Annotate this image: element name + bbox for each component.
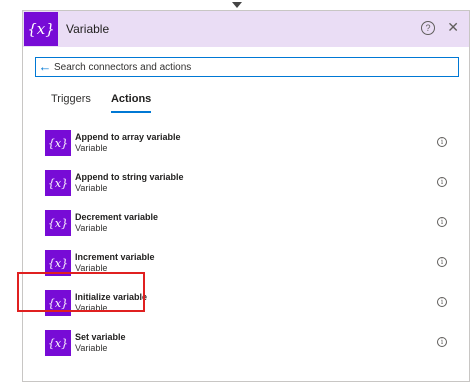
info-icon[interactable]: i — [437, 337, 447, 347]
action-item[interactable]: {x} Append to array variable Variable i — [23, 123, 469, 161]
variable-icon: {x} — [45, 250, 71, 276]
variable-icon: {x} — [45, 290, 71, 316]
variable-icon: {x} — [45, 330, 71, 356]
search-input[interactable] — [54, 59, 444, 75]
action-connector: Variable — [75, 343, 108, 353]
action-item[interactable]: {x} Set variable Variable i — [23, 323, 469, 361]
action-name: Decrement variable — [75, 212, 159, 222]
tab-bar: Triggers Actions — [51, 93, 171, 113]
action-name: Initialize variable — [75, 292, 148, 302]
action-item[interactable]: {x} Increment variable Variable i — [23, 243, 469, 281]
action-connector: Variable — [75, 183, 108, 193]
variable-icon: {x} — [45, 210, 71, 236]
variable-icon: {x} — [45, 130, 71, 156]
info-icon[interactable]: i — [437, 177, 447, 187]
action-item[interactable]: {x} Append to string variable Variable i — [23, 163, 469, 201]
variable-icon: {x} — [45, 170, 71, 196]
search-box: ← — [35, 57, 459, 77]
action-name: Append to string variable — [75, 172, 184, 182]
help-icon[interactable]: ? — [421, 21, 435, 35]
caret-down-icon — [232, 2, 242, 8]
action-item-initialize-variable[interactable]: {x} Initialize variable Variable i — [23, 283, 469, 321]
action-item[interactable]: {x} Decrement variable Variable i — [23, 203, 469, 241]
info-icon[interactable]: i — [437, 297, 447, 307]
action-name: Set variable — [75, 332, 126, 342]
info-icon[interactable]: i — [437, 257, 447, 267]
variable-icon: {x} — [24, 12, 58, 46]
action-name: Increment variable — [75, 252, 155, 262]
tab-actions[interactable]: Actions — [110, 93, 152, 113]
info-icon[interactable]: i — [437, 137, 447, 147]
tab-triggers[interactable]: Triggers — [51, 93, 91, 113]
panel-header: {x} Variable ? ✕ — [23, 11, 469, 47]
back-arrow-icon[interactable]: ← — [36, 58, 54, 76]
action-connector: Variable — [75, 143, 108, 153]
action-connector: Variable — [75, 223, 108, 233]
action-connector: Variable — [75, 303, 108, 313]
action-name: Append to array variable — [75, 132, 181, 142]
action-connector: Variable — [75, 263, 108, 273]
variable-connector-panel: {x} Variable ? ✕ ← Triggers Actions {x} … — [22, 10, 470, 382]
panel-title: Variable — [66, 22, 110, 36]
info-icon[interactable]: i — [437, 217, 447, 227]
close-icon[interactable]: ✕ — [447, 19, 459, 35]
